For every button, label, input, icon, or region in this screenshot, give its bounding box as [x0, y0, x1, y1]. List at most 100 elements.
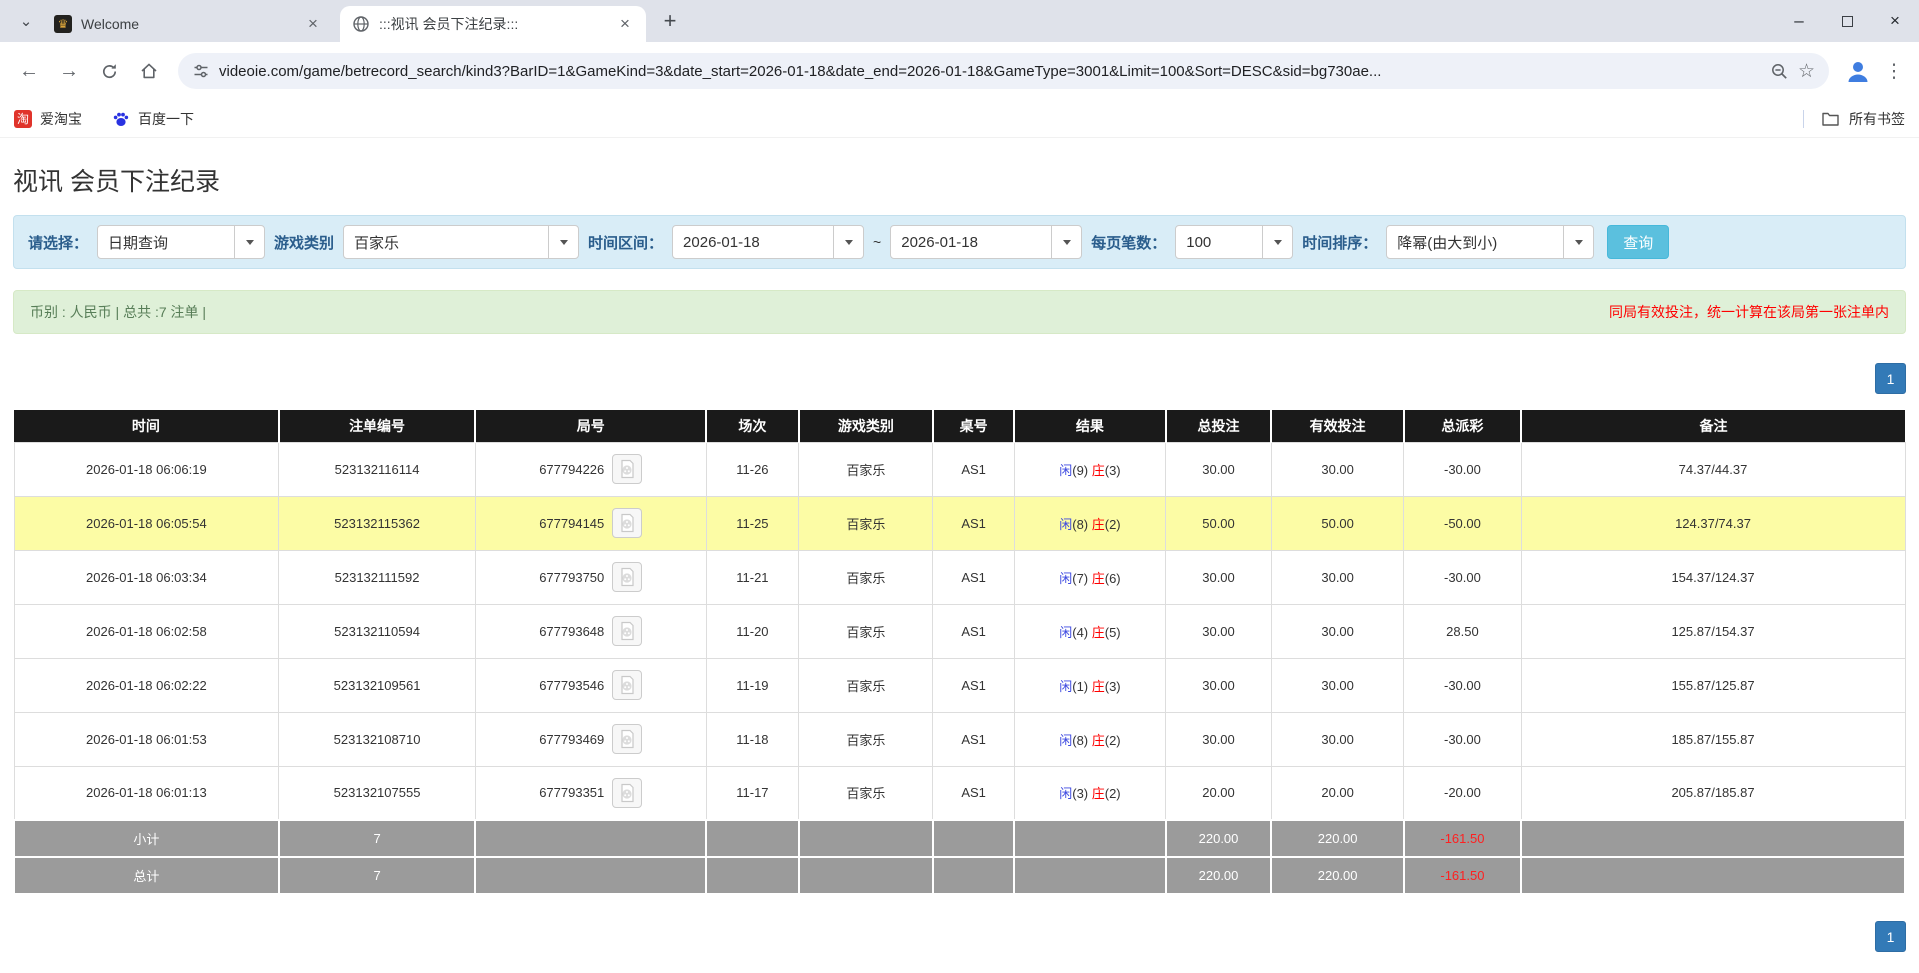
total-row: 总计 7 220.00 220.00 -161.50: [14, 857, 1905, 894]
table-row: 2026-01-18 06:02:22 523132109561 6777935…: [14, 658, 1905, 712]
window-controls: – ×: [1775, 0, 1919, 42]
film-icon: [617, 621, 637, 641]
taobao-icon: 淘: [14, 110, 32, 128]
film-icon: [617, 459, 637, 479]
tab-title: :::视讯 会员下注纪录:::: [379, 14, 607, 34]
cell-session: 11-21: [706, 550, 799, 604]
cell-note: 74.37/44.37: [1521, 442, 1905, 496]
cell-game-kind: 百家乐: [799, 442, 933, 496]
bookmarks-bar: 淘 爱淘宝 百度一下 所有书签: [0, 100, 1919, 138]
back-button[interactable]: ←: [10, 53, 48, 89]
video-replay-button[interactable]: [612, 562, 642, 592]
page-1-button[interactable]: 1: [1875, 363, 1906, 394]
cell-game-kind: 百家乐: [799, 604, 933, 658]
table-row: 2026-01-18 06:01:53 523132108710 6777934…: [14, 712, 1905, 766]
url-bar[interactable]: videoie.com/game/betrecord_search/kind3?…: [178, 53, 1829, 89]
video-replay-button[interactable]: [612, 670, 642, 700]
tab-betrecord[interactable]: :::视讯 会员下注纪录::: ×: [340, 6, 646, 42]
cell-result: 闲(3) 庄(2): [1014, 766, 1165, 820]
cell-result: 闲(7) 庄(6): [1014, 550, 1165, 604]
film-icon: [617, 567, 637, 587]
cell-round-id: 677793546: [475, 658, 706, 712]
round-id-text: 677794226: [539, 462, 604, 477]
query-type-select[interactable]: 日期查询: [97, 225, 265, 259]
cell-note: 124.37/74.37: [1521, 496, 1905, 550]
all-bookmarks[interactable]: 所有书签: [1803, 109, 1905, 129]
round-id-text: 677793546: [539, 678, 604, 693]
video-replay-button[interactable]: [612, 778, 642, 808]
video-replay-button[interactable]: [612, 508, 642, 538]
cell-note: 185.87/155.87: [1521, 712, 1905, 766]
cell-round-id: 677793469: [475, 712, 706, 766]
cell-session: 11-26: [706, 442, 799, 496]
cell-game-kind: 百家乐: [799, 658, 933, 712]
cell-table-no: AS1: [933, 658, 1014, 712]
cell-payout: -30.00: [1404, 712, 1521, 766]
page-content: 视讯 会员下注纪录 请选择： 日期查询 游戏类别 百家乐 时间区间： 2026-…: [0, 162, 1919, 952]
cell-time: 2026-01-18 06:01:13: [14, 766, 279, 820]
per-page-select[interactable]: 100: [1175, 225, 1293, 259]
date-end-input[interactable]: 2026-01-18: [890, 225, 1082, 259]
cell-result: 闲(9) 庄(3): [1014, 442, 1165, 496]
cell-time: 2026-01-18 06:01:53: [14, 712, 279, 766]
video-replay-button[interactable]: [612, 454, 642, 484]
reload-icon: [100, 62, 119, 81]
tab-strip: ⌄ ♛ Welcome × :::视讯 会员下注纪录::: × + – ×: [0, 0, 1919, 42]
cell-session: 11-17: [706, 766, 799, 820]
cell-game-kind: 百家乐: [799, 766, 933, 820]
header-payout: 总派彩: [1404, 410, 1521, 442]
cell-bet-id: 523132107555: [279, 766, 476, 820]
cell-payout: -30.00: [1404, 550, 1521, 604]
cell-note: 154.37/124.37: [1521, 550, 1905, 604]
cell-payout: -30.00: [1404, 658, 1521, 712]
per-page-label: 每页笔数：: [1091, 232, 1166, 253]
cell-table-no: AS1: [933, 604, 1014, 658]
bookmark-baidu[interactable]: 百度一下: [112, 109, 194, 129]
cell-valid-bet: 50.00: [1271, 496, 1403, 550]
cell-valid-bet: 20.00: [1271, 766, 1403, 820]
cell-total-bet: 30.00: [1166, 550, 1272, 604]
new-tab-button[interactable]: +: [656, 7, 684, 35]
date-separator: ~: [873, 234, 881, 250]
header-time: 时间: [14, 410, 279, 442]
bookmark-star-icon[interactable]: ☆: [1798, 60, 1815, 83]
profile-avatar[interactable]: [1839, 53, 1877, 89]
video-replay-button[interactable]: [612, 724, 642, 754]
cell-total-bet: 30.00: [1166, 604, 1272, 658]
cell-table-no: AS1: [933, 766, 1014, 820]
table-header: 时间 注单编号 局号 场次 游戏类别 桌号 结果 总投注 有效投注 总派彩 备注: [14, 410, 1905, 442]
date-end-value: 2026-01-18: [891, 234, 1051, 251]
tab-search-button[interactable]: ⌄: [12, 7, 40, 35]
cell-payout: -30.00: [1404, 442, 1521, 496]
cell-total-bet: 20.00: [1166, 766, 1272, 820]
page-1-button[interactable]: 1: [1875, 921, 1906, 952]
zoom-out-icon[interactable]: [1770, 62, 1789, 81]
search-button[interactable]: 查询: [1607, 225, 1669, 259]
bookmark-taobao[interactable]: 淘 爱淘宝: [14, 109, 82, 129]
total-count: 7: [279, 857, 476, 894]
close-icon[interactable]: ×: [304, 14, 322, 34]
video-replay-button[interactable]: [612, 616, 642, 646]
browser-menu-icon[interactable]: ⋮: [1879, 60, 1909, 83]
subtotal-valid-bet: 220.00: [1271, 820, 1403, 857]
tab-welcome[interactable]: ♛ Welcome ×: [42, 6, 334, 42]
forward-button[interactable]: →: [50, 53, 88, 89]
date-start-input[interactable]: 2026-01-18: [672, 225, 864, 259]
date-start-value: 2026-01-18: [673, 234, 833, 251]
round-id-text: 677794145: [539, 516, 604, 531]
site-settings-icon[interactable]: [192, 62, 210, 80]
sort-select[interactable]: 降幂(由大到小): [1386, 225, 1594, 259]
reload-button[interactable]: [90, 53, 128, 89]
round-id-text: 677793469: [539, 732, 604, 747]
home-button[interactable]: [130, 53, 168, 89]
subtotal-count: 7: [279, 820, 476, 857]
maximize-button[interactable]: [1823, 0, 1871, 42]
round-id-text: 677793351: [539, 785, 604, 800]
subtotal-row: 小计 7 220.00 220.00 -161.50: [14, 820, 1905, 857]
pagination-top: 1: [13, 363, 1906, 394]
minimize-button[interactable]: –: [1775, 0, 1823, 42]
folder-icon: [1821, 110, 1840, 127]
close-icon[interactable]: ×: [616, 14, 634, 34]
close-window-button[interactable]: ×: [1871, 0, 1919, 42]
game-kind-select[interactable]: 百家乐: [343, 225, 579, 259]
